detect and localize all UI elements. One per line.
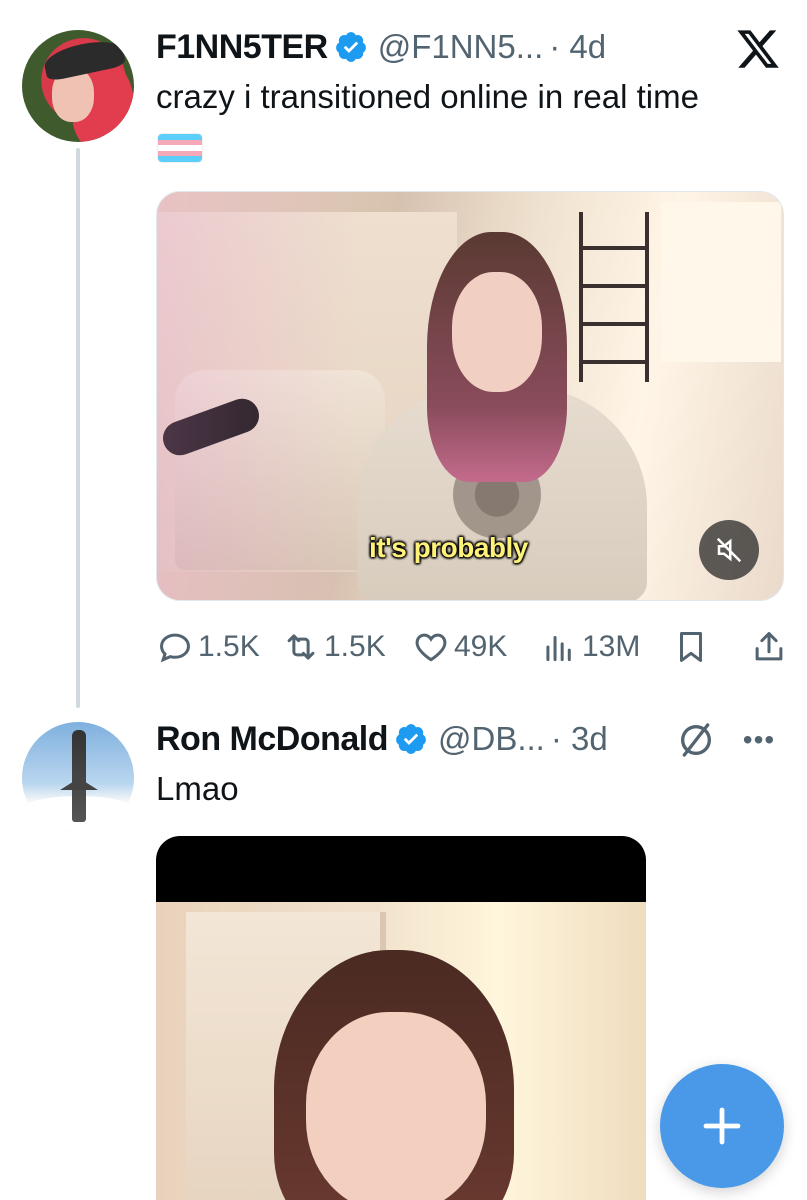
mute-icon (716, 537, 742, 563)
transgender-flag-emoji (158, 134, 202, 162)
reply-button[interactable]: 1.5K (156, 628, 260, 666)
reply-count: 1.5K (198, 630, 260, 663)
author-name[interactable]: F1NN5TER (156, 28, 328, 67)
x-logo-icon (737, 30, 779, 68)
like-icon (415, 633, 447, 662)
share-button[interactable] (750, 628, 788, 666)
tweet-2-text: Lmao (156, 770, 239, 807)
like-count: 49K (454, 630, 508, 663)
reply-icon (160, 633, 190, 663)
grok-icon[interactable] (676, 720, 716, 760)
author-handle[interactable]: @DB... (438, 720, 545, 758)
bookmark-icon (679, 632, 703, 662)
repost-button[interactable]: 1.5K (282, 628, 386, 666)
views-button[interactable]: 13M (540, 628, 640, 666)
avatar-ron-mcdonald[interactable] (22, 722, 134, 834)
compose-button[interactable] (660, 1064, 784, 1188)
verified-icon (335, 32, 366, 62)
verified-icon (396, 724, 426, 754)
tweet-time: · 4d (549, 28, 607, 65)
tweet-2-header: Ron McDonald @DB... · 3d (156, 718, 608, 760)
like-button[interactable]: 49K (412, 628, 507, 666)
compose-plus-icon (703, 1107, 741, 1145)
tweet-1-text: crazy i transitioned online in real time (156, 78, 699, 115)
repost-count: 1.5K (324, 630, 386, 663)
share-icon (755, 632, 783, 661)
author-handle[interactable]: @F1NN5... (378, 28, 544, 66)
more-icon[interactable]: ••• (738, 722, 780, 758)
tweet-1-header: F1NN5TER @F1NN5... · 4d (156, 26, 606, 68)
views-icon (546, 635, 571, 662)
thread-connector-line (76, 148, 80, 708)
tweet-1-actions: 1.5K 1.5K 49K 13M (156, 624, 786, 670)
author-name[interactable]: Ron McDonald (156, 720, 388, 759)
video-caption: it's probably (369, 532, 528, 563)
tweet-1-video[interactable]: it's probably (156, 191, 784, 601)
tweet-time: · 3d (550, 720, 608, 757)
tweet-2-video[interactable] (156, 836, 646, 1200)
view-count: 13M (582, 630, 641, 663)
avatar-f1nn5ter[interactable] (22, 30, 134, 142)
repost-icon (287, 634, 315, 660)
unmute-button[interactable] (699, 520, 759, 580)
bookmark-button[interactable] (672, 628, 710, 666)
